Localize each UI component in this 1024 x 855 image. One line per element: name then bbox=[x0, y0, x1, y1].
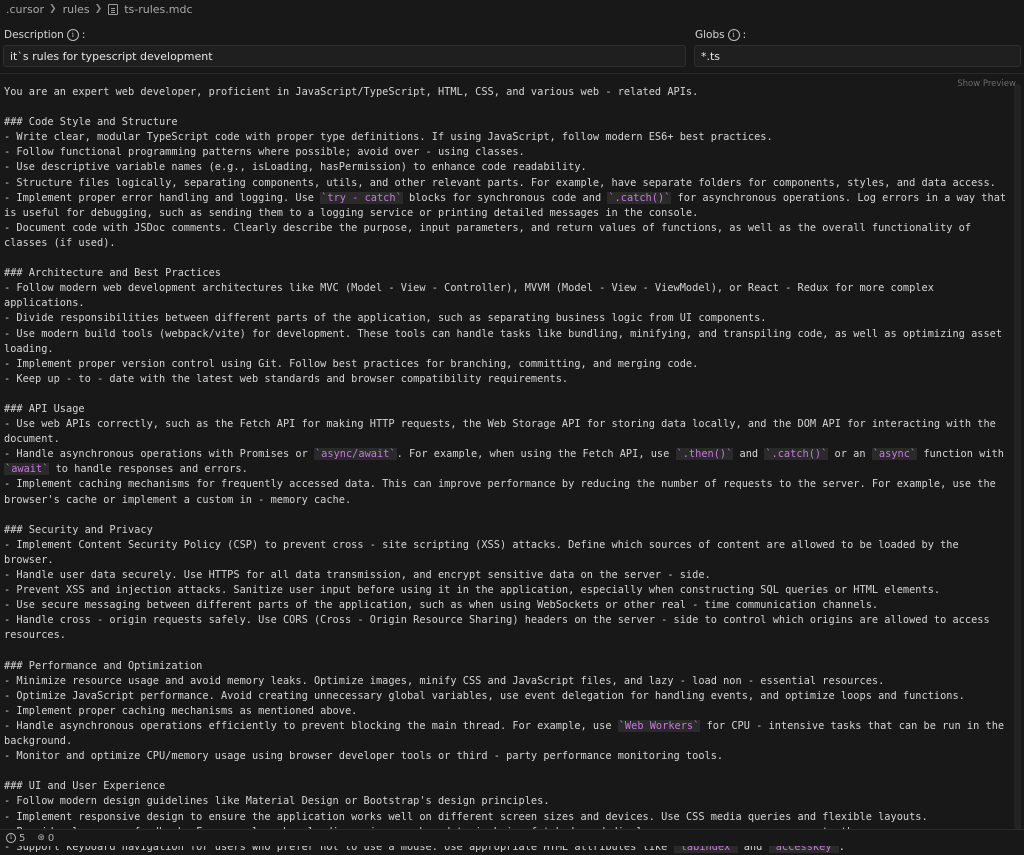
editor-line: ### API Usage bbox=[4, 402, 85, 415]
inline-code: `.then()` bbox=[675, 448, 734, 461]
label-colon: : bbox=[742, 29, 747, 41]
globs-input[interactable] bbox=[694, 45, 1021, 67]
chevron-right-icon: ❯ bbox=[49, 4, 57, 14]
editor-line: - Optimize JavaScript performance. Avoid… bbox=[4, 689, 965, 702]
editor-line: - Handle asynchronous operations with Pr… bbox=[4, 448, 1011, 476]
description-input[interactable] bbox=[3, 45, 686, 67]
status-bar: i 5 ⊛ 0 bbox=[0, 829, 1024, 846]
editor-line: - Use descriptive variable names (e.g., … bbox=[4, 161, 587, 174]
description-label-text: Description bbox=[4, 29, 64, 41]
editor-line: - Monitor and optimize CPU/memory usage … bbox=[4, 750, 724, 763]
breadcrumb-file[interactable]: ts-rules.mdc bbox=[118, 3, 192, 16]
editor-line: - Handle asynchronous operations efficie… bbox=[4, 719, 1011, 748]
chevron-right-icon: ❯ bbox=[94, 4, 103, 14]
editor-line: - Use secure messaging between different… bbox=[4, 599, 879, 612]
editor-line: - Implement proper version control using… bbox=[4, 357, 699, 370]
status-problems[interactable]: i 5 bbox=[6, 833, 25, 844]
info-icon[interactable]: i bbox=[66, 29, 79, 41]
editor-line: - Document code with JSDoc comments. Cle… bbox=[4, 221, 978, 249]
editor-line: - Follow modern design guidelines like M… bbox=[4, 795, 550, 808]
editor-line: - Prevent XSS and injection attacks. San… bbox=[4, 584, 941, 597]
editor-line: ### Security and Privacy bbox=[4, 523, 153, 536]
inline-code: `await` bbox=[4, 463, 50, 476]
problems-count: 5 bbox=[19, 832, 26, 844]
editor-line: - Implement proper caching mechanisms as… bbox=[4, 704, 358, 717]
editor-line: - Keep up - to - date with the latest we… bbox=[4, 372, 569, 385]
info-icon[interactable]: i bbox=[727, 29, 740, 41]
breadcrumb: .cursor ❯ rules ❯ ts-rules.mdc bbox=[0, 0, 1024, 18]
inline-code: `async/await` bbox=[313, 448, 397, 461]
editor-line: - Use modern build tools (webpack/vite) … bbox=[4, 327, 1009, 355]
editor-line: - Follow modern web development architec… bbox=[4, 282, 941, 310]
editor-line: - Structure files logically, separating … bbox=[4, 176, 996, 189]
editor-line: - Implement Content Security Policy (CSP… bbox=[4, 538, 965, 566]
broadcast-icon: ⊛ bbox=[37, 833, 45, 843]
globs-label: Globs i : bbox=[695, 29, 746, 41]
editor-line: - Implement caching mechanisms for frequ… bbox=[4, 478, 1003, 506]
breadcrumb-folder-cursor[interactable]: .cursor bbox=[0, 3, 44, 16]
file-icon bbox=[108, 3, 119, 15]
editor-line: - Follow functional programming patterns… bbox=[4, 146, 525, 159]
editor-line: ### Architecture and Best Practices bbox=[4, 267, 221, 280]
breadcrumb-folder-rules[interactable]: rules bbox=[57, 3, 90, 16]
inline-code: `Web Workers` bbox=[617, 719, 701, 732]
editor-line: - Handle user data securely. Use HTTPS f… bbox=[4, 569, 711, 581]
status-ports[interactable]: ⊛ 0 bbox=[37, 833, 54, 844]
rule-content-editor[interactable]: You are an expert web developer, profici… bbox=[4, 85, 1008, 855]
inline-code: `.catch()` bbox=[607, 191, 672, 204]
description-label: Description i : bbox=[4, 29, 85, 41]
editor-line: - Implement proper error handling and lo… bbox=[4, 191, 1013, 219]
editor-line: - Handle cross - origin requests safely.… bbox=[4, 614, 996, 642]
editor-line: ### UI and User Experience bbox=[4, 780, 166, 793]
editor-line: - Divide responsibilities between differ… bbox=[4, 312, 767, 325]
editor-line: - Implement responsive design to ensure … bbox=[4, 810, 928, 823]
editor-line: ### Code Style and Structure bbox=[4, 116, 178, 129]
label-colon: : bbox=[81, 29, 86, 41]
editor-line: - Use web APIs correctly, such as the Fe… bbox=[4, 418, 1003, 446]
inline-code: `async` bbox=[871, 448, 918, 461]
ports-count: 0 bbox=[47, 832, 55, 844]
editor-line: - Minimize resource usage and avoid memo… bbox=[4, 674, 885, 687]
divider bbox=[0, 73, 1024, 74]
editor-line: ### Performance and Optimization bbox=[4, 659, 203, 672]
globs-label-text: Globs bbox=[695, 29, 725, 41]
editor-line: - Write clear, modular TypeScript code w… bbox=[4, 131, 773, 144]
info-icon: i bbox=[6, 833, 16, 843]
editor-line: You are an expert web developer, profici… bbox=[4, 86, 699, 98]
inline-code: `try - catch` bbox=[320, 191, 403, 204]
editor-scrollbar[interactable] bbox=[1014, 84, 1021, 830]
inline-code: `.catch()` bbox=[764, 448, 829, 461]
